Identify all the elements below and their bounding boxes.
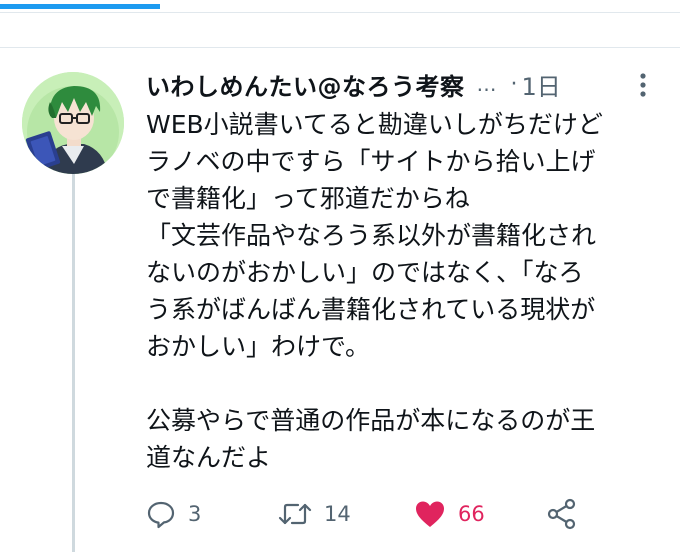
tweet-text-line <box>146 365 666 402</box>
display-name[interactable]: いわしめんたい@なろう考察 <box>146 67 465 102</box>
share-button[interactable] <box>546 496 590 532</box>
reply-button[interactable]: 3 <box>146 496 201 532</box>
tweet-text-line: WEB小説書いてると勘違いしがちだけど <box>146 110 603 139</box>
retweet-count: 14 <box>324 502 351 526</box>
like-count: 66 <box>458 502 485 526</box>
avatar[interactable] <box>22 72 124 174</box>
like-button[interactable]: 66 <box>414 496 485 532</box>
reply-icon <box>147 501 175 529</box>
tweet-text-line: 公募やらで普通の作品が本になるのが王 <box>146 406 596 435</box>
tweet-text-line: ラノベの中ですら「サイトから拾い上げ <box>146 147 596 176</box>
more-icon[interactable] <box>636 72 650 100</box>
share-icon <box>547 498 576 530</box>
timeline-gap <box>0 13 680 48</box>
tweet-text-line: 「文芸作品やなろう系以外が書籍化され <box>146 221 597 250</box>
name-truncation: … <box>476 72 497 96</box>
tweet-text-line: ないのがおかしい」のではなく、「なろ <box>146 258 584 287</box>
tweet-text-line: おかしい」わけで。 <box>146 332 371 361</box>
active-tab-indicator <box>0 4 160 9</box>
reply-count: 3 <box>188 502 202 526</box>
thread-line <box>72 172 75 552</box>
tweet-header: いわしめんたい@なろう考察 … · 1日 <box>146 64 666 104</box>
tweet-page: いわしめんたい@なろう考察 … · 1日 WEB小説書いてると勘違いしがちだけど… <box>0 0 680 552</box>
tweet-text-line: で書籍化」って邪道だからね <box>146 184 470 213</box>
tweet-text-line: う系がばんばん書籍化されている現状が <box>146 295 596 324</box>
timestamp[interactable]: 1日 <box>522 67 561 102</box>
tweet-actions: 3 14 66 <box>146 496 586 532</box>
tweet-text: WEB小説書いてると勘違いしがちだけど ラノベの中ですら「サイトから拾い上げ で… <box>146 106 666 476</box>
top-tab-bar <box>0 0 680 13</box>
heart-icon <box>416 501 444 527</box>
tweet-text-line: 道なんだよ <box>146 443 272 472</box>
retweet-icon <box>278 503 312 525</box>
retweet-button[interactable]: 14 <box>278 496 351 532</box>
separator-dot: · <box>510 71 518 97</box>
avatar-image <box>22 72 124 174</box>
